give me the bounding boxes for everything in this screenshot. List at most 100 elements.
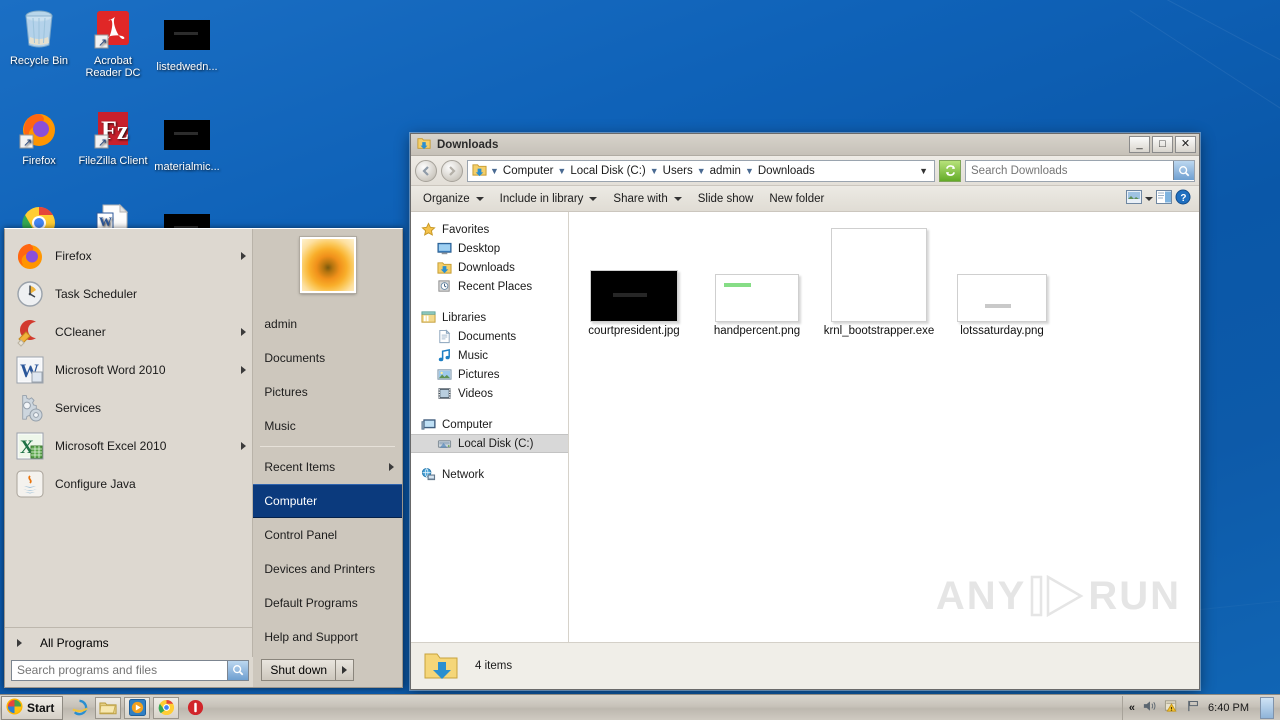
show-desktop-button[interactable] <box>1260 696 1274 719</box>
show-hidden-icons-button[interactable]: « <box>1129 702 1135 714</box>
breadcrumb-separator[interactable]: ▼ <box>696 166 707 176</box>
toolbar-include-in-library[interactable]: Include in library <box>492 188 606 210</box>
forward-button[interactable] <box>441 159 463 182</box>
search-icon[interactable] <box>227 660 249 680</box>
breadcrumb[interactable]: ▼ Computer ▼ Local Disk (C:) ▼ Users ▼ a… <box>467 159 935 182</box>
start-menu-item-services[interactable]: Services <box>5 389 252 427</box>
chevron-right-icon[interactable] <box>389 463 394 471</box>
start-menu-item-configure-java[interactable]: Configure Java <box>5 465 252 503</box>
start-menu-item-pictures[interactable]: Pictures <box>253 375 402 409</box>
nav-item-music[interactable]: Music <box>411 346 568 365</box>
view-dropdown-icon[interactable] <box>1145 196 1153 201</box>
nav-item-favorites[interactable]: Favorites <box>411 220 568 239</box>
shutdown-button[interactable]: Shut down <box>261 659 337 681</box>
taskbar-item-chrome[interactable] <box>153 696 180 719</box>
nav-item-computer[interactable]: Computer <box>411 415 568 434</box>
start-menu-item-help-and-support[interactable]: Help and Support <box>253 620 402 654</box>
chevron-right-icon[interactable] <box>241 442 247 450</box>
nav-item-downloads[interactable]: Downloads <box>411 258 568 277</box>
desktop-icon-listedwedn[interactable]: listedwedn... <box>150 12 224 73</box>
breadcrumb-separator[interactable]: ▼ <box>744 166 755 176</box>
nav-item-local-disk-c[interactable]: Local Disk (C:) <box>411 434 568 453</box>
start-menu-item-control-panel[interactable]: Control Panel <box>253 518 402 552</box>
breadcrumb-separator[interactable]: ▼ <box>556 166 567 176</box>
search-box[interactable] <box>11 659 250 681</box>
toolbar-slide-show[interactable]: Slide show <box>690 188 762 210</box>
volume-icon[interactable] <box>1142 699 1157 716</box>
start-menu-item-user[interactable]: admin <box>253 307 402 341</box>
breadcrumb-item-local-disk[interactable]: Local Disk (C:) <box>567 165 648 177</box>
desktop-icon-firefox[interactable]: ↗ Firefox <box>2 106 76 167</box>
start-menu-item-computer[interactable]: Computer <box>253 484 402 518</box>
network-flag-icon[interactable] <box>1186 699 1201 716</box>
refresh-icon[interactable] <box>939 159 961 182</box>
minimize-button[interactable]: _ <box>1129 136 1150 153</box>
nav-item-documents[interactable]: Documents <box>411 327 568 346</box>
toolbar-new-folder[interactable]: New folder <box>761 188 832 210</box>
start-menu-item-recent-items[interactable]: Recent Items <box>253 450 402 484</box>
file-list-pane[interactable]: courtpresident.jpg handpercent.png krnl_… <box>569 212 1199 642</box>
start-menu-item-music[interactable]: Music <box>253 409 402 443</box>
explorer-window[interactable]: Downloads _ □ ✕ ▼ Computer ▼ Local Disk … <box>409 132 1201 691</box>
flag-warning-icon[interactable] <box>1164 699 1179 716</box>
nav-item-videos[interactable]: Videos <box>411 384 568 403</box>
toolbar-share-with[interactable]: Share with <box>605 188 689 210</box>
start-menu-item-default-programs[interactable]: Default Programs <box>253 586 402 620</box>
back-button[interactable] <box>415 159 437 182</box>
file-item-courtpresident[interactable]: courtpresident.jpg <box>574 226 694 338</box>
shutdown-options-arrow[interactable] <box>336 659 355 681</box>
nav-item-recent-places[interactable]: Recent Places <box>411 277 568 296</box>
all-programs-button[interactable]: All Programs <box>5 627 253 657</box>
nav-item-libraries[interactable]: Libraries <box>411 308 568 327</box>
start-menu-item-devices-and-printers[interactable]: Devices and Printers <box>253 552 402 586</box>
address-dropdown-icon[interactable]: ▼ <box>915 166 932 176</box>
start-menu-item-word[interactable]: W Microsoft Word 2010 <box>5 351 252 389</box>
search-input[interactable] <box>966 160 1173 181</box>
start-menu-item-documents[interactable]: Documents <box>253 341 402 375</box>
clock[interactable]: 6:40 PM <box>1208 702 1249 714</box>
toolbar-organize[interactable]: Organize <box>415 188 492 210</box>
search-box[interactable] <box>965 159 1195 182</box>
breadcrumb-caret-icon[interactable]: ▼ <box>489 166 500 176</box>
desktop-icon-materialmic[interactable]: materialmic... <box>150 112 224 173</box>
nav-item-network[interactable]: Network <box>411 465 568 484</box>
chevron-right-icon[interactable] <box>241 366 247 374</box>
breadcrumb-item-users[interactable]: Users <box>660 165 696 177</box>
start-button[interactable]: Start <box>1 695 64 720</box>
breadcrumb-separator[interactable]: ▼ <box>649 166 660 176</box>
breadcrumb-item-downloads[interactable]: Downloads <box>755 165 818 177</box>
start-menu-item-task-scheduler[interactable]: Task Scheduler <box>5 275 252 313</box>
close-button[interactable]: ✕ <box>1175 136 1196 153</box>
taskbar-item-internet-explorer[interactable] <box>66 697 92 719</box>
maximize-button[interactable]: □ <box>1152 136 1173 153</box>
start-menu-item-excel[interactable]: X Microsoft Excel 2010 <box>5 427 252 465</box>
file-item-handpercent[interactable]: handpercent.png <box>697 226 817 338</box>
taskbar[interactable]: Start « 6:40 PM <box>0 694 1280 720</box>
change-view-icon[interactable] <box>1126 190 1142 207</box>
chevron-right-icon[interactable] <box>241 328 247 336</box>
user-avatar[interactable] <box>298 236 357 294</box>
help-icon[interactable]: ? <box>1175 189 1191 208</box>
file-item-lotssaturday[interactable]: lotssaturday.png <box>942 226 1062 338</box>
taskbar-item-media-player[interactable] <box>124 696 151 719</box>
search-input[interactable] <box>12 660 228 680</box>
start-menu[interactable]: Firefox Task Scheduler CCleaner W Micros… <box>4 228 403 688</box>
search-icon[interactable] <box>1173 161 1194 180</box>
file-item-krnl-bootstrapper[interactable]: krnl_bootstrapper.exe <box>819 212 939 338</box>
navigation-pane[interactable]: Favorites Desktop Downloads Recent Place… <box>411 212 569 642</box>
start-menu-item-firefox[interactable]: Firefox <box>5 237 252 275</box>
window-titlebar[interactable]: Downloads _ □ ✕ <box>411 134 1199 156</box>
preview-pane-icon[interactable] <box>1156 190 1172 207</box>
desktop-icon-recycle-bin[interactable]: Recycle Bin <box>2 6 76 67</box>
taskbar-item-record-stop[interactable] <box>182 697 208 719</box>
nav-group-libraries: Libraries Documents Music Pictures Video… <box>411 308 568 403</box>
nav-item-desktop[interactable]: Desktop <box>411 239 568 258</box>
start-menu-item-ccleaner[interactable]: CCleaner <box>5 313 252 351</box>
taskbar-item-windows-explorer[interactable] <box>95 696 122 719</box>
desktop-icon-acrobat-reader[interactable]: ↗ Acrobat Reader DC <box>76 6 150 79</box>
nav-item-pictures[interactable]: Pictures <box>411 365 568 384</box>
breadcrumb-item-computer[interactable]: Computer <box>500 165 557 177</box>
chevron-right-icon[interactable] <box>241 252 247 260</box>
breadcrumb-item-admin[interactable]: admin <box>707 165 744 177</box>
desktop-icon-filezilla[interactable]: Fz ↗ FileZilla Client <box>76 106 150 167</box>
